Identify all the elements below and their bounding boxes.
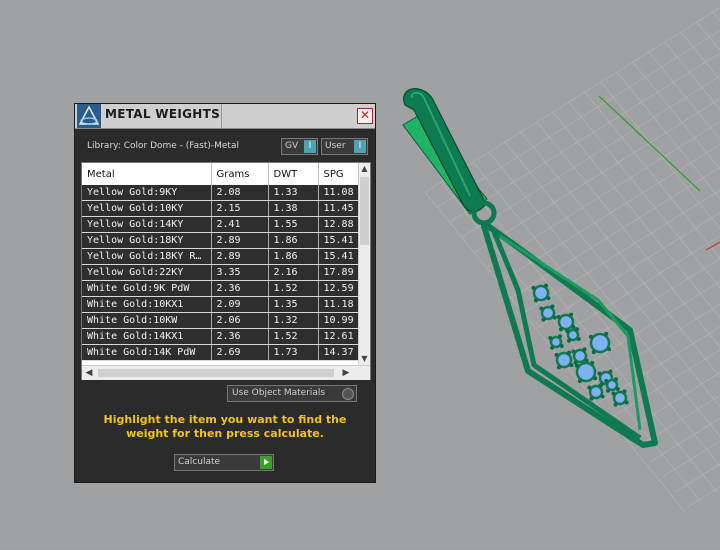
cell-grams: 2.15: [211, 201, 268, 217]
cell-metal: Yellow Gold:9KY: [82, 185, 211, 201]
panel-titlebar[interactable]: METAL WEIGHTS ✕: [75, 104, 375, 129]
vertical-scrollbar[interactable]: ▲ ▼: [358, 163, 370, 365]
cell-metal: Yellow Gold:18KY R…: [82, 249, 211, 265]
panel-title: METAL WEIGHTS: [105, 107, 220, 121]
cell-dwt: 1.32: [268, 313, 318, 329]
cell-spg: 11.08: [318, 185, 358, 201]
cell-metal: Yellow Gold:14KY: [82, 217, 211, 233]
column-header-spg[interactable]: SPG: [318, 163, 358, 185]
cell-dwt: 1.86: [268, 249, 318, 265]
cell-spg: 11.18: [318, 297, 358, 313]
cell-dwt: 1.52: [268, 281, 318, 297]
titlebar-divider: [221, 104, 222, 128]
calculate-button[interactable]: Calculate: [174, 454, 274, 471]
cell-grams: 2.89: [211, 249, 268, 265]
gv-toggle[interactable]: GV I: [281, 138, 318, 155]
table-row[interactable]: Yellow Gold:22KY3.352.1617.89: [82, 265, 358, 281]
play-icon[interactable]: [260, 456, 272, 469]
column-header-metal[interactable]: Metal: [82, 163, 211, 185]
cell-dwt: 1.55: [268, 217, 318, 233]
metal-table[interactable]: Metal Grams DWT SPG Yellow Gold:9KY2.081…: [81, 162, 371, 380]
cell-grams: 2.36: [211, 329, 268, 345]
gv-toggle-knob: I: [304, 140, 316, 153]
vertical-scroll-thumb[interactable]: [360, 177, 369, 245]
cell-dwt: 1.86: [268, 233, 318, 249]
cell-dwt: 1.38: [268, 201, 318, 217]
cell-spg: 14.37: [318, 345, 358, 361]
table-row[interactable]: White Gold:10KX12.091.3511.18: [82, 297, 358, 313]
cell-dwt: 2.16: [268, 265, 318, 281]
cell-spg: 12.59: [318, 281, 358, 297]
cell-metal: White Gold:14KX1: [82, 329, 211, 345]
cell-grams: 2.41: [211, 217, 268, 233]
cell-metal: White Gold:10KX1: [82, 297, 211, 313]
metal-weights-table[interactable]: Metal Grams DWT SPG Yellow Gold:9KY2.081…: [82, 163, 359, 361]
radio-icon: [342, 388, 354, 400]
cell-grams: 3.35: [211, 265, 268, 281]
scroll-down-icon[interactable]: ▼: [359, 354, 370, 364]
cell-metal: Yellow Gold:10KY: [82, 201, 211, 217]
scroll-right-icon[interactable]: ▶: [340, 366, 352, 380]
cell-spg: 12.61: [318, 329, 358, 345]
library-label: Library: Color Dome - (Fast)-Metal: [87, 141, 239, 151]
calculate-label: Calculate: [178, 457, 220, 467]
cell-spg: 15.41: [318, 249, 358, 265]
cell-grams: 2.08: [211, 185, 268, 201]
cell-grams: 2.69: [211, 345, 268, 361]
cell-dwt: 1.35: [268, 297, 318, 313]
scroll-up-icon[interactable]: ▲: [359, 164, 370, 174]
metal-weights-panel: METAL WEIGHTS ✕ Library: Color Dome - (F…: [75, 104, 375, 482]
cell-metal: Yellow Gold:22KY: [82, 265, 211, 281]
cell-dwt: 1.33: [268, 185, 318, 201]
cell-dwt: 1.52: [268, 329, 318, 345]
cell-grams: 2.06: [211, 313, 268, 329]
table-row[interactable]: White Gold:9K PdW2.361.5212.59: [82, 281, 358, 297]
use-object-materials-label: Use Object Materials: [232, 388, 325, 398]
table-header-row: Metal Grams DWT SPG: [82, 163, 358, 185]
cell-spg: 12.88: [318, 217, 358, 233]
cell-metal: Yellow Gold:18KY: [82, 233, 211, 249]
cell-spg: 17.89: [318, 265, 358, 281]
table-row[interactable]: White Gold:10KW2.061.3210.99: [82, 313, 358, 329]
instruction-text: Highlight the item you want to find the …: [85, 413, 365, 441]
cell-spg: 11.45: [318, 201, 358, 217]
table-row[interactable]: Yellow Gold:9KY2.081.3311.08: [82, 185, 358, 201]
cell-spg: 10.99: [318, 313, 358, 329]
user-toggle-label: User: [325, 141, 346, 151]
cell-dwt: 1.73: [268, 345, 318, 361]
table-row[interactable]: White Gold:14K PdW2.691.7314.37: [82, 345, 358, 361]
cell-grams: 2.09: [211, 297, 268, 313]
table-row[interactable]: White Gold:14KX12.361.5212.61: [82, 329, 358, 345]
horizontal-scroll-thumb[interactable]: [98, 369, 334, 377]
column-header-grams[interactable]: Grams: [211, 163, 268, 185]
table-row[interactable]: Yellow Gold:14KY2.411.5512.88: [82, 217, 358, 233]
cell-spg: 15.41: [318, 233, 358, 249]
table-row[interactable]: Yellow Gold:18KY R…2.891.8615.41: [82, 249, 358, 265]
scroll-left-icon[interactable]: ◀: [83, 366, 95, 380]
table-row[interactable]: Yellow Gold:10KY2.151.3811.45: [82, 201, 358, 217]
cell-metal: White Gold:9K PdW: [82, 281, 211, 297]
column-header-dwt[interactable]: DWT: [268, 163, 318, 185]
user-toggle[interactable]: User I: [321, 138, 368, 155]
cell-metal: White Gold:10KW: [82, 313, 211, 329]
user-toggle-knob: I: [354, 140, 366, 153]
cell-grams: 2.36: [211, 281, 268, 297]
app-logo-icon: [77, 104, 101, 128]
cell-grams: 2.89: [211, 233, 268, 249]
gv-toggle-label: GV: [285, 141, 298, 151]
close-icon[interactable]: ✕: [357, 108, 373, 124]
table-row[interactable]: Yellow Gold:18KY2.891.8615.41: [82, 233, 358, 249]
use-object-materials-toggle[interactable]: Use Object Materials: [227, 385, 357, 402]
cell-metal: White Gold:14K PdW: [82, 345, 211, 361]
horizontal-scrollbar[interactable]: ◀ ▶: [82, 365, 370, 380]
